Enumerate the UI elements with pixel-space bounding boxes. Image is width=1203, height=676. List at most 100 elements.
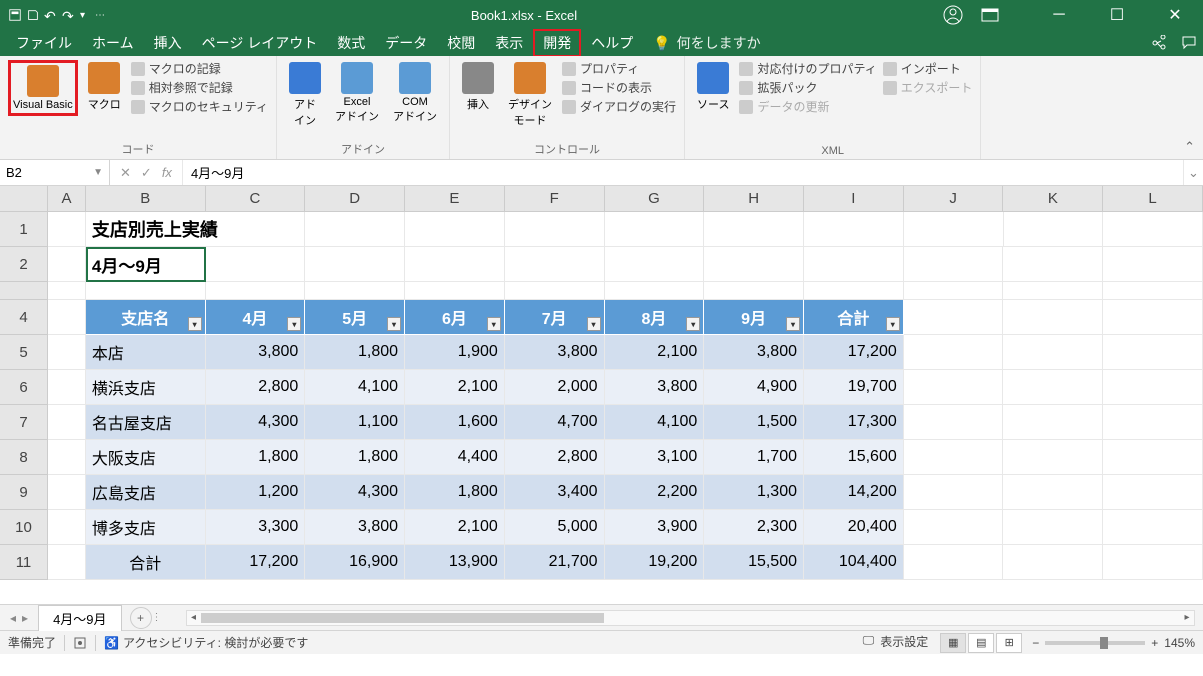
table-cell[interactable]: 1,600 [405,405,505,440]
col-header-L[interactable]: L [1103,186,1203,212]
cell[interactable] [48,440,86,475]
ribbon-insert-button[interactable]: 挿入 [458,60,498,114]
qat-more-icon[interactable]: ⋯ [95,10,105,21]
table-cell[interactable]: 博多支店 [86,510,206,545]
filter-icon[interactable]: ▾ [387,317,401,331]
table-cell[interactable]: 1,200 [206,475,306,510]
cell[interactable] [1103,370,1203,405]
cell[interactable] [904,475,1004,510]
fx-icon[interactable]: fx [162,165,172,180]
cell[interactable] [48,510,86,545]
menu-表示[interactable]: 表示 [485,29,533,57]
cell[interactable] [904,545,1004,580]
table-cell[interactable]: 3,100 [605,440,705,475]
cell[interactable] [704,247,804,282]
cell[interactable] [1103,545,1203,580]
table-cell[interactable]: 19,700 [804,370,904,405]
cell-b1[interactable]: 支店別売上実績 [86,212,305,247]
close-button[interactable]: ✕ [1155,5,1195,25]
ribbon-small-対応付けのプロパティ[interactable]: 対応付けのプロパティ [739,60,876,77]
table-cell[interactable]: 1,700 [704,440,804,475]
col-header-F[interactable]: F [505,186,605,212]
view-page-layout-button[interactable]: ▤ [968,633,994,653]
row-header-6[interactable]: 6 [0,370,48,405]
filter-icon[interactable]: ▾ [287,317,301,331]
table-header-支店名[interactable]: 支店名▾ [86,300,206,335]
table-header-7月[interactable]: 7月▾ [505,300,605,335]
worksheet[interactable]: 124567891011 ABCDEFGHIJKL 支店別売上実績4月～9月支店… [0,186,1203,604]
cell[interactable] [904,247,1004,282]
cell[interactable] [1103,335,1203,370]
scroll-right-icon[interactable]: ▸ [1180,612,1194,623]
table-cell[interactable]: 2,000 [505,370,605,405]
cell[interactable] [904,370,1004,405]
table-cell[interactable]: 2,800 [206,370,306,405]
menu-挿入[interactable]: 挿入 [144,29,192,57]
table-header-4月[interactable]: 4月▾ [206,300,306,335]
table-cell[interactable]: 2,300 [704,510,804,545]
cell[interactable] [1003,510,1103,545]
ribbon-small-プロパティ[interactable]: プロパティ [562,60,676,77]
cell[interactable] [1003,545,1103,580]
cell[interactable] [1003,405,1103,440]
ribbon-small-拡張パック[interactable]: 拡張パック [739,79,876,96]
ribbon-small-データの更新[interactable]: データの更新 [739,98,876,115]
table-cell[interactable]: 1,500 [704,405,804,440]
cell[interactable] [904,282,1004,300]
cell[interactable] [804,282,904,300]
cell[interactable] [1003,370,1103,405]
cell[interactable] [1103,212,1203,247]
table-cell[interactable]: 4,300 [206,405,306,440]
table-cell[interactable]: 大阪支店 [86,440,206,475]
menu-ファイル[interactable]: ファイル [6,29,82,57]
row-header-9[interactable]: 9 [0,475,48,510]
cell[interactable] [904,440,1004,475]
row-header-5[interactable]: 5 [0,335,48,370]
tell-me-search[interactable]: 💡 何をしますか [653,33,760,53]
redo-icon[interactable]: ↷ [62,8,76,22]
minimize-button[interactable]: ─ [1039,6,1079,24]
cell[interactable] [1003,247,1103,282]
cell[interactable] [48,405,86,440]
cell[interactable] [1003,440,1103,475]
col-header-G[interactable]: G [605,186,705,212]
col-header-H[interactable]: H [704,186,804,212]
ribbon-macro-button[interactable]: マクロ [84,60,125,114]
col-header-K[interactable]: K [1003,186,1103,212]
cell[interactable] [1103,440,1203,475]
status-display-settings[interactable]: 表示設定 [880,633,928,653]
table-cell[interactable]: 1,900 [405,335,505,370]
tab-nav-last-icon[interactable]: ▸ [22,611,28,625]
ribbon-display-icon[interactable] [981,8,1021,22]
cell[interactable] [305,212,405,247]
zoom-slider[interactable] [1045,641,1145,645]
sheet-tab[interactable]: 4月～9月 [38,605,121,631]
table-cell[interactable]: 2,100 [405,370,505,405]
cell[interactable] [904,510,1004,545]
table-cell[interactable]: 3,800 [704,335,804,370]
menu-ページ レイアウト[interactable]: ページ レイアウト [192,29,328,57]
ribbon-small-エクスポート[interactable]: エクスポート [883,79,973,96]
row-header-1[interactable]: 1 [0,212,48,247]
table-cell[interactable]: 4,900 [704,370,804,405]
table-header-8月[interactable]: 8月▾ [605,300,705,335]
table-cell[interactable]: 3,900 [605,510,705,545]
cell[interactable] [1103,405,1203,440]
table-cell[interactable]: 1,800 [405,475,505,510]
ribbon-small-相対参照で記録[interactable]: 相対参照で記録 [131,79,268,96]
row-header-[interactable] [0,282,48,300]
table-cell[interactable]: 2,100 [605,335,705,370]
table-total[interactable]: 21,700 [505,545,605,580]
cell[interactable] [605,247,705,282]
cell[interactable] [505,247,605,282]
row-header-2[interactable]: 2 [0,247,48,282]
display-settings-icon[interactable]: 🖵 [863,633,875,653]
ribbon-small-マクロの記録[interactable]: マクロの記録 [131,60,268,77]
table-cell[interactable]: 14,200 [804,475,904,510]
cell[interactable] [405,282,505,300]
table-cell[interactable]: 2,100 [405,510,505,545]
ribbon-com-addin-button[interactable]: COM アドイン [389,60,441,126]
cell[interactable] [1003,282,1103,300]
autosave-icon[interactable] [8,8,22,22]
cell[interactable] [48,335,86,370]
